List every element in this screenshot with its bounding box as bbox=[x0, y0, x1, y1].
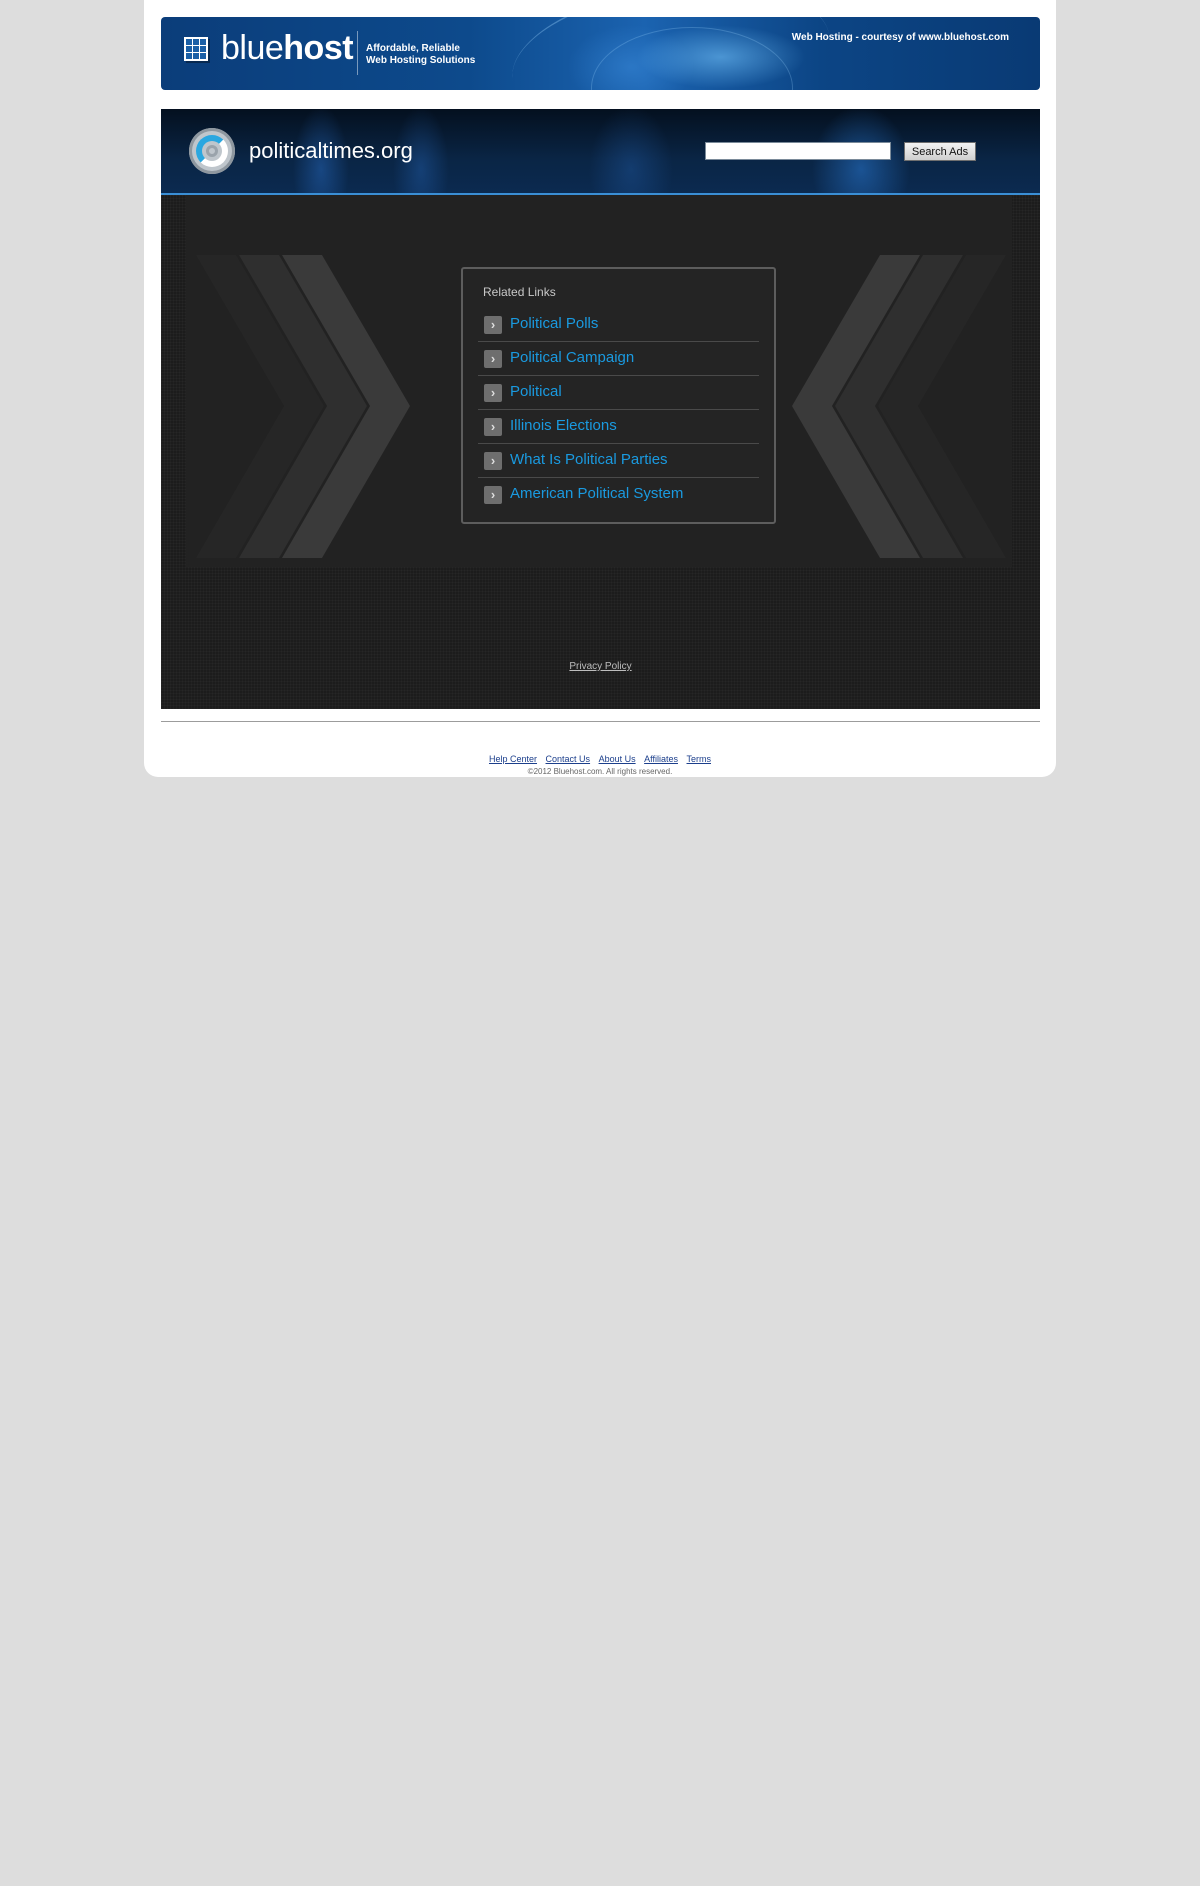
chevron-right-icon[interactable]: › bbox=[484, 350, 502, 368]
chevron-right-icon[interactable]: › bbox=[484, 384, 502, 402]
inner-area: Related Links › Political Polls › Politi… bbox=[186, 195, 1012, 567]
related-link[interactable]: Political bbox=[510, 383, 562, 400]
site-name: politicaltimes.org bbox=[249, 138, 413, 163]
brand-light-text: blue bbox=[221, 29, 284, 67]
related-link-item[interactable]: › Political Polls bbox=[478, 308, 759, 342]
related-link-item[interactable]: › Political bbox=[478, 376, 759, 410]
help-center-link[interactable]: Help Center bbox=[489, 754, 537, 764]
search-ads-button[interactable]: Search Ads bbox=[904, 142, 976, 161]
related-link-item[interactable]: › What Is Political Parties bbox=[478, 444, 759, 478]
page-container: bluehost Affordable, Reliable Web Hostin… bbox=[144, 0, 1056, 777]
related-links-list: › Political Polls › Political Campaign ›… bbox=[478, 308, 759, 511]
related-link[interactable]: Illinois Elections bbox=[510, 417, 617, 434]
contact-us-link[interactable]: Contact Us bbox=[546, 754, 591, 764]
logo-center bbox=[206, 145, 218, 157]
related-links-title: Related Links bbox=[483, 285, 556, 299]
banner-divider bbox=[357, 31, 358, 75]
related-link[interactable]: What Is Political Parties bbox=[510, 451, 668, 468]
related-link[interactable]: Political Campaign bbox=[510, 349, 634, 366]
courtesy-text: Web Hosting - courtesy of www.bluehost.c… bbox=[791, 32, 1009, 43]
bluehost-logo[interactable]: bluehost bbox=[221, 29, 354, 68]
copyright-text: ©2012 Bluehost.com. All rights reserved. bbox=[527, 767, 673, 776]
related-links-box: Related Links › Political Polls › Politi… bbox=[461, 267, 776, 524]
footer-divider bbox=[161, 721, 1040, 722]
terms-link[interactable]: Terms bbox=[687, 754, 712, 764]
chevron-right-icon[interactable]: › bbox=[484, 486, 502, 504]
chevron-right-icon[interactable]: › bbox=[484, 418, 502, 436]
related-link-item[interactable]: › American Political System bbox=[478, 478, 759, 511]
brand-bold-text: host bbox=[283, 29, 354, 67]
target-logo-icon bbox=[189, 128, 235, 174]
related-link-item[interactable]: › Political Campaign bbox=[478, 342, 759, 376]
related-link[interactable]: American Political System bbox=[510, 485, 683, 502]
left-chevron-decoration bbox=[196, 255, 410, 558]
related-link-item[interactable]: › Illinois Elections bbox=[478, 410, 759, 444]
right-chevron-decoration bbox=[792, 255, 1006, 558]
banner-tagline: Affordable, Reliable Web Hosting Solutio… bbox=[366, 43, 475, 67]
related-link[interactable]: Political Polls bbox=[510, 315, 598, 332]
privacy-policy-link[interactable]: Privacy Policy bbox=[569, 661, 631, 672]
privacy-policy-row: Privacy Policy bbox=[161, 661, 1040, 672]
tagline-line-2: Web Hosting Solutions bbox=[366, 55, 476, 66]
content-panel: Related Links › Political Polls › Politi… bbox=[161, 195, 1040, 709]
bluehost-banner[interactable]: bluehost Affordable, Reliable Web Hostin… bbox=[161, 17, 1040, 90]
chevron-right-icon[interactable]: › bbox=[484, 316, 502, 334]
about-us-link[interactable]: About Us bbox=[599, 754, 636, 764]
domain-header: politicaltimes.org Search Ads bbox=[161, 109, 1040, 195]
footer-links: Help Center Contact Us About Us Affiliat… bbox=[144, 754, 1056, 764]
affiliates-link[interactable]: Affiliates bbox=[644, 754, 678, 764]
search-input[interactable] bbox=[705, 142, 891, 160]
grid-logo-icon bbox=[184, 37, 208, 61]
tagline-line-1: Affordable, Reliable bbox=[366, 43, 460, 54]
chevron-right-icon[interactable]: › bbox=[484, 452, 502, 470]
